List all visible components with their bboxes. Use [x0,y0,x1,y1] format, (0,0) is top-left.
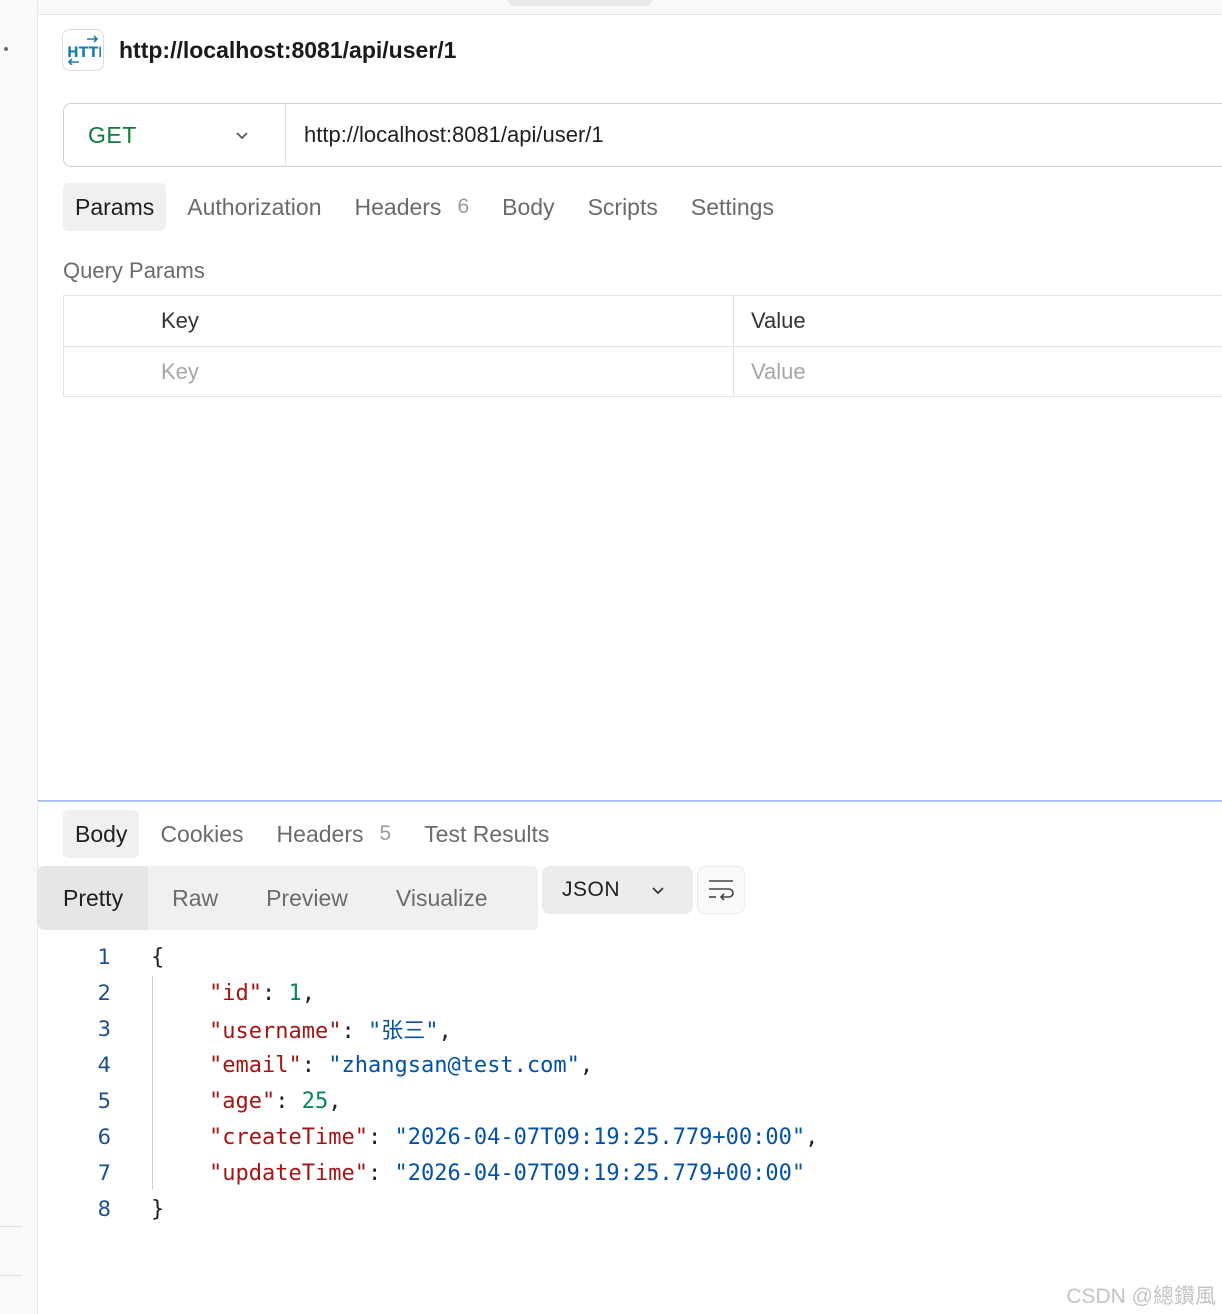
json-number: 1 [288,980,302,1006]
tab-cookies[interactable]: Cookies [148,810,255,858]
tab-scripts[interactable]: Scripts [576,183,670,231]
column-header-value: Value [751,308,806,333]
json-field: "email": "zhangsan@test.com", [209,1052,594,1078]
format-label: JSON [562,878,621,901]
svg-text:HTTP: HTTP [67,45,101,61]
view-mode-switcher: Pretty Raw Preview Visualize [38,866,538,930]
line-number: 3 [97,1017,111,1041]
view-visualize[interactable]: Visualize [372,866,512,930]
json-field: "username": "张三", [209,1019,452,1044]
line-number: 5 [97,1089,111,1113]
param-key-input[interactable]: Key [64,347,734,396]
request-tabs: Params Authorization Headers 6 Body Scrip… [63,183,795,231]
url-input[interactable]: http://localhost:8081/api/user/1 [286,122,604,148]
json-number: 25 [301,1088,329,1114]
view-pretty[interactable]: Pretty [38,866,149,930]
response-body-editor[interactable]: 1 { 2 "id": 1, 3 "username": "张三", 4 "em… [38,939,1222,1227]
watermark: CSDN @總鑽風 [1066,1285,1216,1308]
json-key: email [222,1052,289,1078]
view-raw[interactable]: Raw [148,866,242,930]
query-params-table: Key Value Key Value [63,295,1222,397]
tab-label: Body [75,820,128,847]
json-string: zhangsan@test.com [341,1052,567,1078]
table-header-row: Key Value [64,296,1222,346]
line-number: 1 [97,945,111,969]
pane-resize-divider[interactable] [38,800,1222,802]
json-key: username [222,1019,329,1044]
tab-test-results[interactable]: Test Results [412,810,561,858]
tab-label: Authorization [187,193,322,220]
method-label: GET [88,121,137,148]
json-key: id [222,980,249,1006]
json-string: 张三 [381,1019,426,1044]
method-select[interactable]: GET [64,104,286,166]
wrap-lines-icon [709,880,734,901]
top-tab-strip [38,0,1222,15]
tab-label: Headers [276,820,364,847]
json-close-brace: } [151,1196,165,1222]
query-params-heading: Query Params [63,258,205,283]
left-sidebar [0,0,38,1314]
json-field: "createTime": "2026-04-07T09:19:25.779+0… [209,1124,819,1150]
tab-headers[interactable]: Headers 6 [343,183,482,231]
chevron-down-icon [652,887,664,895]
json-key: updateTime [222,1160,355,1186]
line-number: 8 [97,1197,111,1221]
request-header: HTTP http://localhost:8081/api/user/1 [62,28,456,72]
sidebar-dot [4,47,8,51]
param-value-input[interactable]: Value [734,347,1222,396]
format-select[interactable]: JSON [542,866,693,914]
json-field: "id": 1, [209,980,315,1006]
response-tabs: Body Cookies Headers 5 Test Results [63,810,570,858]
table-row: Key Value [64,346,1222,396]
json-string: 2026-04-07T09:19:25.779+00:00 [407,1160,792,1186]
tab-body[interactable]: Body [490,183,566,231]
tab-label: Cookies [160,820,244,847]
json-key: age [222,1088,262,1114]
open-tab-stub[interactable] [508,0,652,6]
headers-count-badge: 6 [457,195,470,218]
tab-label: Headers [354,193,442,220]
line-number: 4 [97,1053,111,1077]
tab-authorization[interactable]: Authorization [175,183,333,231]
code-line: 1 { [38,939,1222,975]
line-number: 2 [97,981,111,1005]
tab-label: Body [502,193,555,220]
line-number: 6 [97,1125,111,1149]
chevron-down-icon [236,132,248,140]
tab-label: Settings [690,193,774,220]
json-field: "updateTime": "2026-04-07T09:19:25.779+0… [209,1160,806,1186]
tab-response-headers[interactable]: Headers 5 [265,810,404,858]
code-line: 8 } [38,1191,1222,1227]
json-string: 2026-04-07T09:19:25.779+00:00 [407,1124,792,1150]
json-open-brace: { [151,944,165,970]
tab-settings[interactable]: Settings [679,183,786,231]
code-line: 3 "username": "张三", [38,1011,1222,1047]
request-title[interactable]: http://localhost:8081/api/user/1 [119,37,456,64]
view-preview[interactable]: Preview [242,866,372,930]
headers-count-badge: 5 [379,822,392,845]
tab-response-body[interactable]: Body [63,810,140,858]
sidebar-divider [0,1275,22,1276]
code-line: 6 "createTime": "2026-04-07T09:19:25.779… [38,1119,1222,1155]
column-header-key: Key [64,296,734,346]
tab-label: Params [75,193,155,220]
json-key: createTime [222,1124,355,1150]
code-line: 7 "updateTime": "2026-04-07T09:19:25.779… [38,1155,1222,1191]
sidebar-divider [0,1226,22,1227]
code-line: 4 "email": "zhangsan@test.com", [38,1047,1222,1083]
http-icon: HTTP [62,29,104,71]
tab-label: Test Results [424,820,550,847]
json-field: "age": 25, [209,1088,342,1114]
url-bar: GET http://localhost:8081/api/user/1 [63,103,1222,167]
line-number: 7 [97,1161,111,1185]
tab-params[interactable]: Params [63,183,167,231]
code-line: 2 "id": 1, [38,975,1222,1011]
wrap-lines-button[interactable] [697,866,745,914]
tab-label: Scripts [587,193,658,220]
code-line: 5 "age": 25, [38,1083,1222,1119]
